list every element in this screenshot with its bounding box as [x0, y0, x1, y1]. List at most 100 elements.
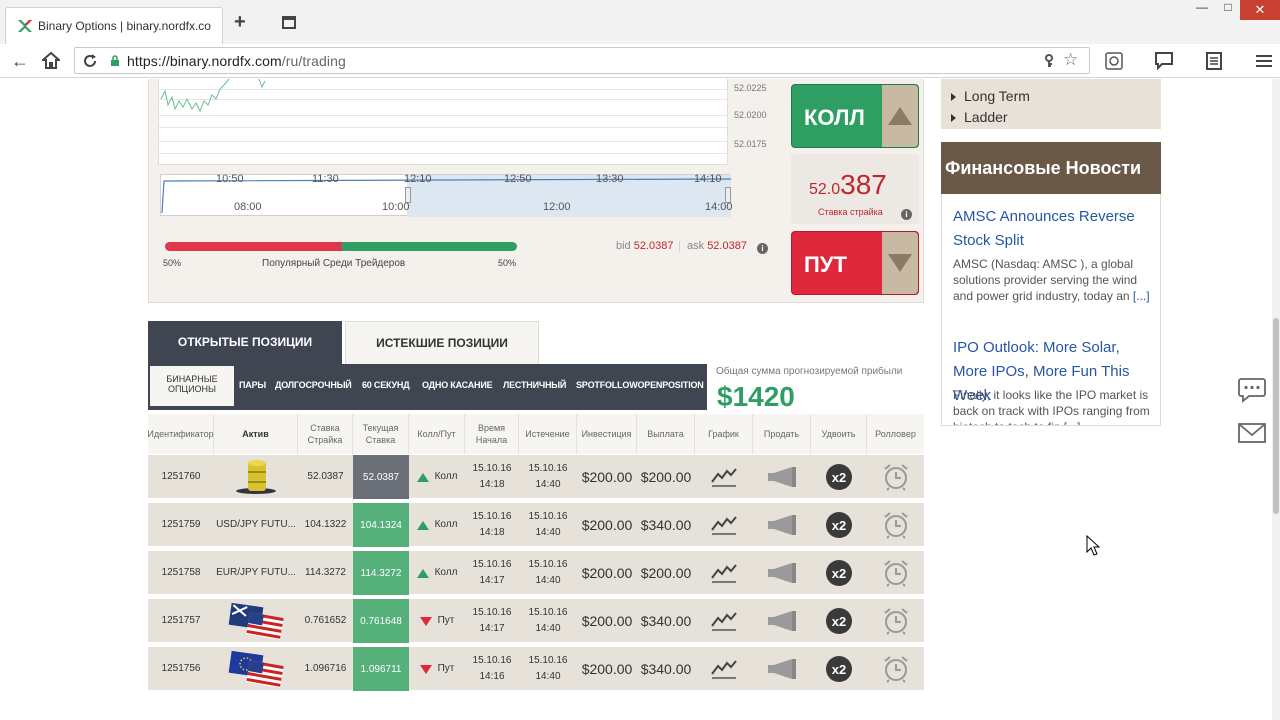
start-time-cell: 15.10.16 14:16	[465, 647, 519, 691]
expiry-cell: 15.10.16 14:40	[519, 455, 577, 499]
chart-icon[interactable]	[695, 599, 753, 643]
tab-expired-positions[interactable]: ИСТЕКШИЕ ПОЗИЦИИ	[345, 321, 539, 364]
bookmark-star-icon[interactable]: ☆	[1063, 50, 1078, 70]
col-sell: Продать	[753, 414, 811, 454]
menu-icon[interactable]	[1255, 52, 1273, 70]
chart-icon[interactable]	[695, 647, 753, 691]
alarm-clock-icon[interactable]	[867, 503, 924, 547]
strike-cell: 0.761652	[304, 615, 347, 626]
filter-spotfollow[interactable]: SPOTFOLLOWOPENPOSITION	[576, 380, 704, 390]
browser-tab[interactable]: Binary Options | binary.nordfx.co	[5, 7, 223, 44]
category-long-term[interactable]: Long Term	[951, 88, 1030, 104]
put-button[interactable]: ПУТ	[791, 231, 919, 295]
strike-info-icon[interactable]: i	[901, 206, 912, 224]
table-row: 1251756 1.096716 1.096711 Пут 15.10.16 14…	[148, 647, 924, 691]
reload-icon[interactable]	[83, 54, 97, 68]
double-icon[interactable]: x2	[811, 599, 867, 643]
url-path: /ru/trading	[281, 53, 346, 69]
time-label: 14:10	[694, 173, 722, 185]
tab-overview-icon[interactable]	[282, 16, 296, 29]
start-date: 15.10.16	[472, 511, 512, 522]
time-label: 12:00	[543, 201, 571, 213]
expiry-date: 15.10.16	[528, 511, 568, 522]
projected-profit: Общая сумма прогнозируемой прибыли $1420	[707, 364, 924, 420]
strike-cell: 114.3272	[305, 567, 346, 578]
ask-label: ask	[687, 240, 705, 252]
strike-value: 52.0387	[809, 169, 887, 201]
megaphone-icon[interactable]	[753, 455, 811, 499]
col-rollover: Ролловер	[875, 429, 916, 439]
filter-one-touch[interactable]: ОДНО КАСАНИЕ	[422, 380, 493, 390]
url-host: https://binary.nordfx.com	[127, 53, 282, 69]
maximize-icon[interactable]: □	[1214, 0, 1242, 20]
alarm-clock-icon[interactable]	[867, 455, 924, 499]
arrow-down-icon	[419, 664, 432, 674]
double-icon[interactable]: x2	[811, 551, 867, 595]
current-rate-cell: 0.761648	[353, 599, 409, 643]
filter-ladder[interactable]: ЛЕСТНИЧНЫЙ	[503, 380, 566, 390]
direction-label: Колл	[434, 519, 458, 530]
alarm-clock-icon[interactable]	[867, 647, 924, 691]
news-more-link[interactable]: [...]	[1064, 420, 1081, 425]
direction-label: Колл	[434, 567, 458, 578]
strike-big-digits: 387	[840, 169, 887, 200]
chart-icon[interactable]	[695, 503, 753, 547]
mail-icon[interactable]	[1237, 418, 1267, 448]
new-tab-icon[interactable]: +	[234, 12, 246, 32]
bid-value: 52.0387	[633, 240, 674, 252]
double-icon[interactable]: x2	[811, 503, 867, 547]
news-text: Finally, it looks like the IPO market is…	[953, 387, 1153, 425]
feedback-icon[interactable]	[1155, 52, 1173, 70]
close-window-icon[interactable]: ✕	[1240, 0, 1280, 20]
sentiment-put-bar	[341, 242, 517, 251]
investment-cell: $200.00	[581, 661, 633, 677]
back-icon[interactable]: ←	[11, 50, 29, 72]
chart-icon[interactable]	[695, 551, 753, 595]
investment-cell: $200.00	[581, 565, 633, 581]
category-ladder[interactable]: Ladder	[951, 109, 1008, 125]
filter-60-seconds[interactable]: 60 СЕКУНД	[362, 380, 410, 390]
home-icon[interactable]	[42, 52, 60, 69]
browser-titlebar: Binary Options | binary.nordfx.co + — □ …	[0, 0, 1280, 44]
asset-name: EUR/JPY FUTU...	[216, 567, 296, 578]
address-bar[interactable]: https://binary.nordfx.com/ru/trading ☆	[74, 47, 1090, 74]
extension-icon[interactable]	[1105, 52, 1123, 70]
reader-icon[interactable]	[1205, 52, 1223, 70]
chart-icon[interactable]	[695, 455, 753, 499]
col-invest: Инвестиция	[577, 414, 637, 454]
start-time: 14:17	[479, 623, 505, 634]
price-chart[interactable]	[158, 79, 728, 165]
megaphone-icon[interactable]	[753, 503, 811, 547]
sentiment-left-pct: 50%	[163, 258, 182, 268]
table-row: 1251757 0.761652 0.761648 Пут 15.10.16 14…	[148, 599, 924, 643]
alarm-clock-icon[interactable]	[867, 599, 924, 643]
filter-long-term[interactable]: ДОЛГОСРОЧНЫЙ	[275, 380, 352, 390]
quote-info-icon[interactable]: i	[757, 240, 768, 258]
mouse-cursor-icon	[1086, 535, 1100, 556]
scrollbar-thumb[interactable]	[1273, 318, 1279, 514]
asset-cell	[214, 599, 298, 643]
megaphone-icon[interactable]	[753, 647, 811, 691]
megaphone-icon[interactable]	[753, 551, 811, 595]
news-title[interactable]: AMSC Announces Reverse Stock Split	[953, 205, 1153, 253]
strike-prefix: 52.0	[809, 181, 841, 198]
payout-cell: $340.00	[640, 517, 692, 533]
call-button[interactable]: КОЛЛ	[791, 84, 919, 148]
ask-quote: ask 52.0387	[687, 240, 747, 252]
ask-value: 52.0387	[707, 240, 747, 252]
alarm-clock-icon[interactable]	[867, 551, 924, 595]
payout-cell: $200.00	[640, 565, 692, 581]
nordfx-favicon-icon	[18, 20, 32, 32]
filter-binary-options[interactable]: БИНАРНЫЕ ОПЦИОНЫ	[150, 366, 234, 406]
direction-cell: Пут	[409, 647, 465, 691]
double-icon[interactable]: x2	[811, 647, 867, 691]
news-more-link[interactable]: [...]	[1133, 289, 1150, 303]
double-icon[interactable]: x2	[811, 455, 867, 499]
chat-icon[interactable]	[1237, 375, 1267, 405]
current-rate-cell: 52.0387	[353, 455, 409, 499]
tab-open-positions[interactable]: ОТКРЫТЫЕ ПОЗИЦИИ	[148, 321, 342, 364]
minimize-icon[interactable]: —	[1188, 0, 1216, 20]
megaphone-icon[interactable]	[753, 599, 811, 643]
filter-pairs[interactable]: ПАРЫ	[239, 380, 266, 390]
key-icon[interactable]	[1043, 54, 1055, 68]
